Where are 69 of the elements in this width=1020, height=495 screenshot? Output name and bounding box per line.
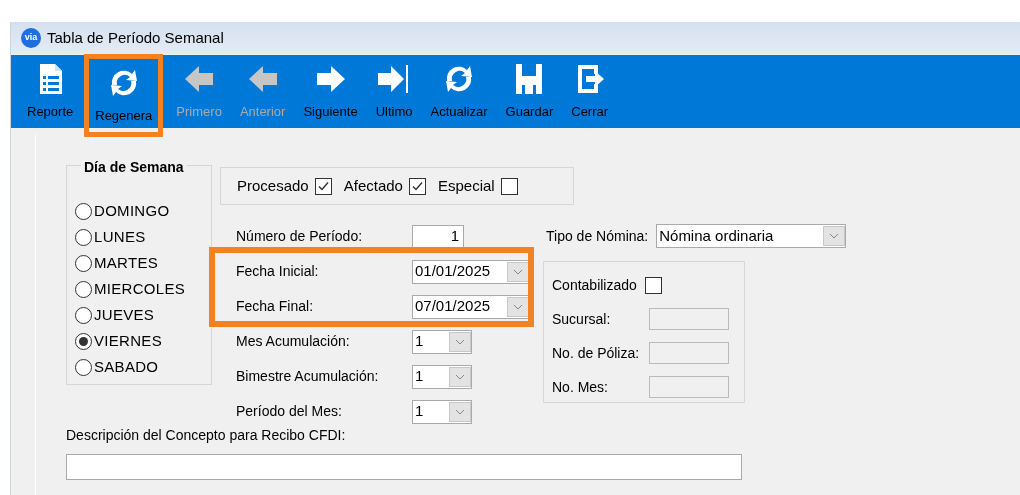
toolbar-button[interactable]: Ultimo [373,55,415,128]
toolbar-button[interactable]: Actualizar [428,55,490,128]
checkbox[interactable] [500,177,518,195]
chevron-down-icon [513,268,523,275]
radio-label: JUEVES [94,304,155,325]
checkbox-label: Contabilizado [552,275,637,295]
radio-button[interactable] [75,332,92,350]
radio-button[interactable] [75,254,92,272]
dropdown-button[interactable] [507,261,529,282]
radio-label: VIERNES [94,330,162,351]
toolbar-button[interactable]: Regenera [89,59,159,132]
toolbar-button[interactable]: Reporte [25,55,76,128]
dropdown[interactable]: 1 [412,399,472,424]
app-logo: via [21,28,41,48]
dropdown[interactable]: 1 [412,329,472,354]
chevron-down-icon [455,373,465,380]
checkbox-label: Especial [437,175,495,196]
radio-button[interactable] [75,280,92,298]
toolbar-button[interactable]: Cerrar [569,55,611,128]
field-label: Número de Período: [236,227,364,246]
radio-button[interactable] [75,202,92,220]
radio-button[interactable] [75,228,92,246]
radio-label: DOMINGO [94,200,170,221]
field-value: Nómina ordinaria [659,225,774,246]
input-field[interactable] [649,342,729,364]
number-field[interactable]: 1 [412,224,464,249]
radio-label: LUNES [94,226,146,247]
check-icon [316,179,330,193]
field-value: 1 [415,331,424,352]
date-picker[interactable]: 07/01/2025 [412,294,530,319]
dropdown[interactable]: 1 [412,364,472,389]
field-label: No. de Póliza: [552,343,641,363]
input-field[interactable] [649,376,729,398]
chevron-down-icon [455,338,465,345]
field-label: Tipo de Nómina: [546,226,649,246]
radio-button[interactable] [75,306,92,324]
chevron-down-icon [513,303,523,310]
check-icon [410,179,424,193]
radio-button[interactable] [75,358,92,376]
input-field[interactable] [66,454,742,480]
dropdown-button[interactable] [507,296,529,317]
field-label: Descripción del Concepto para Recibo CFDI: [66,426,347,445]
field-label: No. Mes: [552,377,609,397]
checkbox[interactable] [408,177,426,195]
field-value: 01/01/2025 [415,261,491,282]
field-label: Fecha Final: [236,297,315,316]
field-value: 07/01/2025 [415,296,491,317]
window-title: Tabla de Período Semanal [47,27,224,48]
dropdown[interactable]: Nómina ordinaria [656,224,847,248]
field-label: Bimestre Acumulación: [236,367,380,386]
field-label: Período del Mes: [236,402,343,421]
chevron-down-icon [829,233,840,239]
checkbox-label: Procesado [237,175,309,196]
checkbox[interactable] [644,276,662,294]
field-value: 1 [415,401,424,422]
radio-label: MARTES [94,252,159,273]
chevron-down-icon [455,408,465,415]
input-field[interactable] [649,308,729,330]
toolbar-button[interactable]: Guardar [503,55,556,128]
date-picker[interactable]: 01/01/2025 [412,259,530,284]
field-value: 1 [415,366,424,387]
field-label: Fecha Inicial: [236,262,320,281]
field-label: Mes Acumulación: [236,332,351,351]
checkbox-label: Afectado [343,175,403,196]
radio-label: MIERCOLES [94,278,186,299]
radio-label: SABADO [94,356,159,377]
toolbar-button[interactable]: Siguiente [301,55,360,128]
field-label: Sucursal: [552,309,612,329]
checkbox[interactable] [314,177,332,195]
